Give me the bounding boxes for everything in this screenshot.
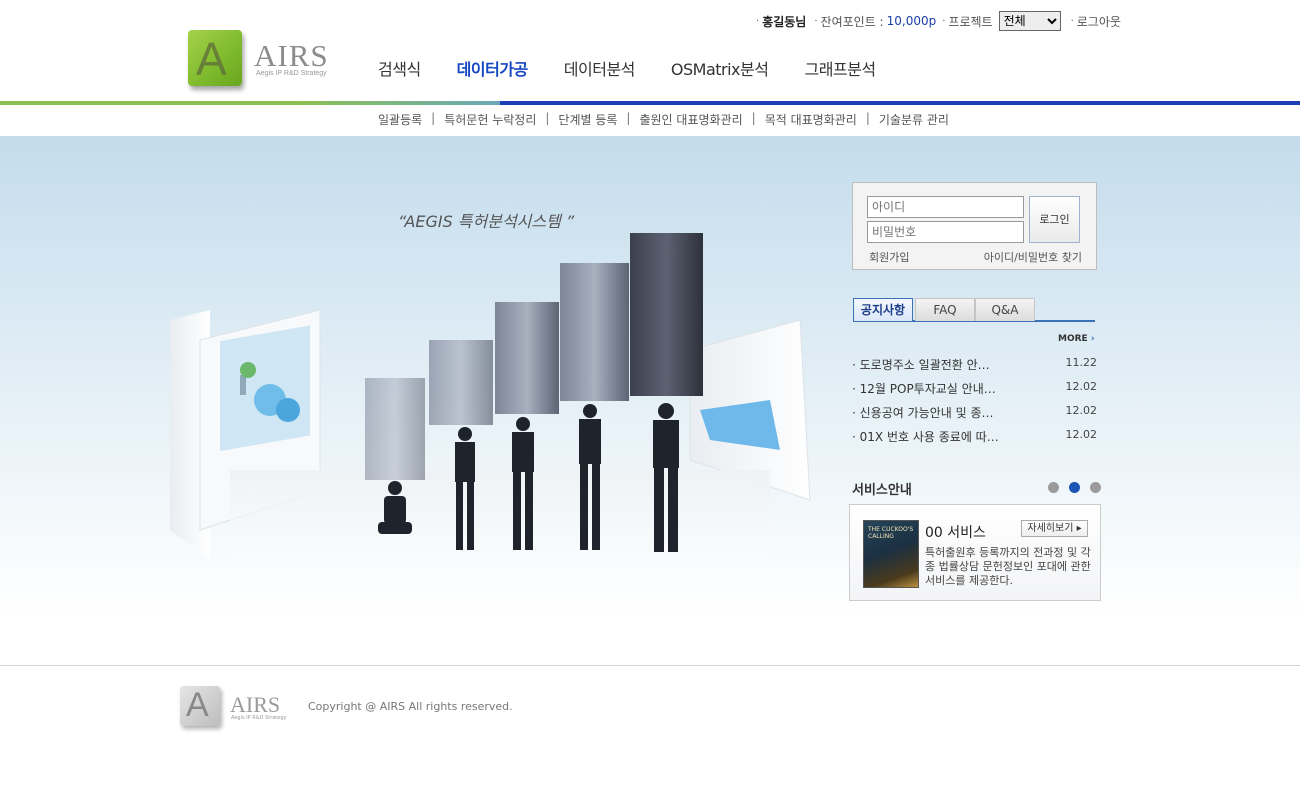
hero-illustration [170, 233, 811, 590]
notice-title: · 도로명주소 일괄전환 안… [852, 358, 990, 372]
bullet-icon: · [1070, 15, 1074, 27]
points-value: 10,000p [886, 14, 937, 28]
nav-data-analysis[interactable]: 데이터분석 [564, 56, 636, 80]
subnav-stage-register[interactable]: 단계별 등록 [558, 111, 617, 128]
notice-date: 11.22 [1065, 356, 1098, 369]
subnav-bulk-register[interactable]: 일괄등록 [378, 111, 422, 128]
header-divider-blue [500, 101, 1300, 105]
service-card: THE CUCKOO'S CALLING 00 서비스 자세히보기 ▸ 특허출원… [849, 504, 1101, 601]
sub-nav: 일괄등록 | 특허문헌 누락정리 | 단계별 등록 | 출원인 대표명화관리 | 목적 … [378, 111, 949, 128]
nav-data-processing[interactable]: 데이터가공 [457, 56, 529, 80]
footer-logo-subtitle: Aegis IP R&D Strategy [231, 715, 287, 721]
logo-text: AIRS [254, 38, 329, 73]
login-box: 로그인 회원가입 아이디/비밀번호 찾기 [852, 182, 1097, 270]
tab-notice[interactable]: 공지사항 [853, 298, 913, 321]
footer-divider [0, 665, 1300, 666]
list-item[interactable]: · 도로명주소 일괄전환 안… 11.22 [852, 354, 1097, 378]
find-account-link[interactable]: 아이디/비밀번호 찾기 [984, 249, 1082, 265]
notice-title: · 01X 번호 사용 종료에 따… [852, 430, 999, 444]
notice-date: 12.02 [1065, 428, 1098, 441]
footer-logo: A AIRS Aegis IP R&D Strategy [180, 686, 290, 731]
nav-osmatrix-analysis[interactable]: OSMatrix분석 [671, 56, 769, 80]
service-pager [1048, 482, 1111, 493]
site-logo[interactable]: A AIRS Aegis IP R&D Strategy [188, 30, 333, 100]
service-detail-button[interactable]: 자세히보기 ▸ [1021, 520, 1088, 537]
footer-logo-mark: A [180, 686, 220, 726]
logout-link[interactable]: 로그아웃 [1077, 13, 1121, 30]
notice-date: 12.02 [1065, 404, 1098, 417]
password-input[interactable] [867, 221, 1024, 243]
header-divider-green [0, 101, 500, 105]
tab-qna[interactable]: Q&A [975, 298, 1035, 321]
notice-title: · 신용공여 가능안내 및 종… [852, 406, 994, 420]
notice-list: · 도로명주소 일괄전환 안… 11.22 · 12월 POP투자교실 안내… 12… [852, 354, 1097, 450]
signup-link[interactable]: 회원가입 [869, 249, 909, 265]
header: A AIRS Aegis IP R&D Strategy · 홍길동님 · 잔여… [0, 0, 1300, 136]
service-section-title: 서비스안내 [852, 483, 912, 498]
login-button[interactable]: 로그인 [1029, 196, 1080, 243]
service-name: 00 서비스 [925, 525, 986, 541]
bullet-icon: · [942, 15, 946, 27]
project-select[interactable]: 전체 [998, 11, 1061, 31]
subnav-purpose-name[interactable]: 목적 대표명화관리 [765, 111, 857, 128]
logo-mark: A [188, 30, 242, 86]
notice-title: · 12월 POP투자교실 안내… [852, 382, 996, 396]
nav-search-query[interactable]: 검색식 [378, 56, 421, 80]
subnav-applicant-name[interactable]: 출원인 대표명화관리 [639, 111, 742, 128]
list-item[interactable]: · 12월 POP투자교실 안내… 12.02 [852, 378, 1097, 402]
utility-bar: · 홍길동님 · 잔여포인트 : 10,000p · 프로젝트 전체 · 로그아… [756, 10, 1121, 32]
service-thumbnail: THE CUCKOO'S CALLING [863, 520, 919, 588]
play-arrow-icon: ▸ [1076, 523, 1082, 534]
bullet-icon: · [814, 15, 818, 27]
user-id-input[interactable] [867, 196, 1024, 218]
board-tabs: 공지사항 FAQ Q&A [853, 298, 1095, 322]
notice-date: 12.02 [1065, 380, 1098, 393]
points-label: 잔여포인트 : [820, 14, 884, 29]
more-link[interactable]: MORE › [1058, 334, 1095, 344]
subnav-tech-class[interactable]: 기술분류 관리 [879, 111, 949, 128]
pager-dot-3[interactable] [1090, 482, 1101, 493]
pager-dot-2[interactable] [1069, 482, 1080, 493]
user-name: 홍길동님 [762, 14, 807, 29]
hero-caption: “AEGIS 특허분석시스템 ” [398, 212, 575, 231]
nav-graph-analysis[interactable]: 그래프분석 [804, 56, 876, 80]
chevron-right-icon: › [1090, 334, 1095, 344]
main-nav: 검색식 데이터가공 데이터분석 OSMatrix분석 그래프분석 [378, 56, 912, 80]
bullet-icon: · [756, 15, 760, 27]
service-description: 특허출원후 등록까지의 전과정 및 각종 법률상담 문헌정보인 포대에 관한 서… [925, 546, 1091, 587]
project-label: 프로젝트 [948, 14, 993, 29]
subnav-missing-patent[interactable]: 특허문헌 누락정리 [444, 111, 536, 128]
logo-subtitle: Aegis IP R&D Strategy [256, 70, 327, 77]
pager-dot-1[interactable] [1048, 482, 1059, 493]
copyright: Copyright @ AIRS All rights reserved. [308, 700, 513, 713]
list-item[interactable]: · 01X 번호 사용 종료에 따… 12.02 [852, 426, 1097, 450]
tab-faq[interactable]: FAQ [915, 298, 975, 321]
list-item[interactable]: · 신용공여 가능안내 및 종… 12.02 [852, 402, 1097, 426]
